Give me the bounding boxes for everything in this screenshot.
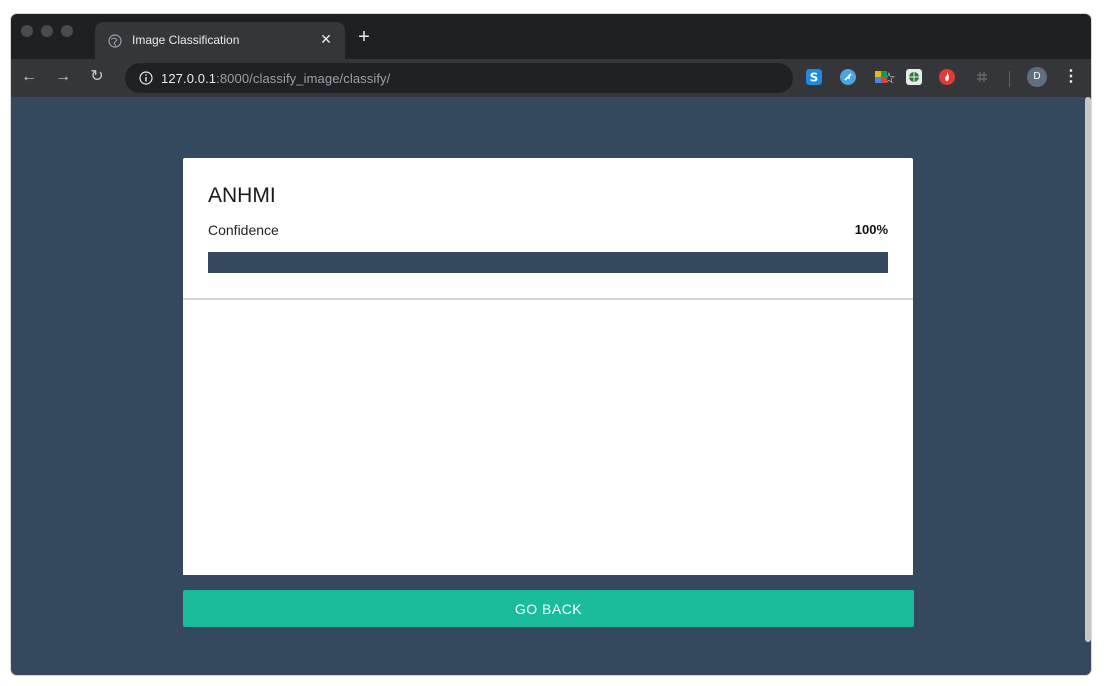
confidence-progress-bar [208, 252, 888, 273]
new-tab-icon[interactable]: + [354, 27, 374, 47]
tab-title: Image Classification [132, 33, 240, 47]
page-viewport: ANHMI Confidence 100% GO BACK [11, 97, 1091, 675]
flame-ext-icon[interactable] [939, 69, 955, 85]
tab-strip: Image Classification ✕ + [11, 14, 1091, 59]
zoom-window-dot[interactable] [61, 25, 73, 37]
kebab-menu-icon[interactable]: ⋮ [1063, 67, 1079, 87]
globe-icon [108, 34, 122, 48]
close-window-dot[interactable] [21, 25, 33, 37]
colorful-ext-icon[interactable] [873, 69, 889, 85]
result-header: ANHMI Confidence 100% [183, 158, 913, 300]
grid-ext-icon[interactable] [974, 69, 990, 85]
s-ext-icon[interactable]: S [806, 69, 822, 85]
profile-avatar[interactable]: D [1027, 67, 1047, 87]
close-tab-icon[interactable]: ✕ [318, 31, 334, 47]
confidence-label: Confidence [208, 222, 279, 238]
minimize-window-dot[interactable] [41, 25, 53, 37]
image-preview-area [183, 300, 913, 575]
forward-icon[interactable]: → [53, 67, 73, 87]
confidence-progress-fill [208, 252, 888, 273]
result-card: ANHMI Confidence 100% [183, 158, 913, 575]
back-icon[interactable]: ← [19, 67, 39, 87]
browser-toolbar: ← → ↻ 127.0.0.1:8000/classify_image/clas… [11, 59, 1091, 97]
go-back-button[interactable]: GO BACK [183, 590, 914, 627]
predicted-label: ANHMI [208, 184, 276, 207]
browser-window: Image Classification ✕ + ← → ↻ 127.0.0.1… [11, 14, 1091, 675]
feather-ext-icon[interactable] [840, 69, 856, 85]
address-bar[interactable]: 127.0.0.1:8000/classify_image/classify/ … [125, 63, 896, 93]
url-host: 127.0.0.1 [161, 71, 217, 86]
reload-icon[interactable]: ↻ [87, 67, 107, 87]
url-path: :8000/classify_image/classify/ [216, 71, 391, 86]
scrollbar[interactable] [1085, 97, 1091, 642]
globe-ext-icon[interactable] [906, 69, 922, 85]
toolbar-separator [1009, 71, 1010, 87]
confidence-value: 100% [854, 222, 888, 237]
tab-image-classification[interactable]: Image Classification ✕ [95, 22, 345, 59]
url-text[interactable]: 127.0.0.1:8000/classify_image/classify/ [161, 71, 390, 86]
info-icon[interactable] [139, 71, 153, 85]
svg-text:S: S [810, 71, 819, 85]
